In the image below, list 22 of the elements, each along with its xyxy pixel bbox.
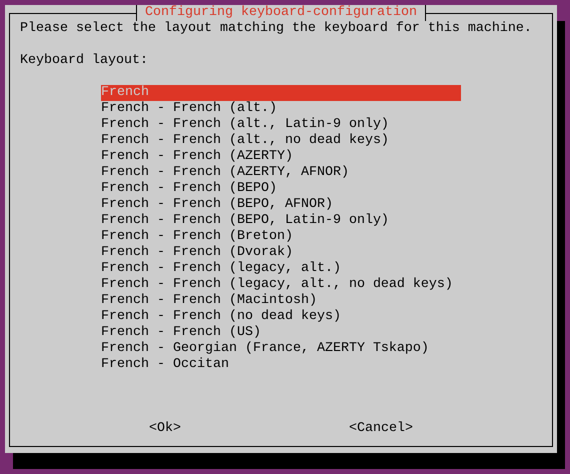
layout-option[interactable]: French - French (legacy, alt., no dead keys) <box>101 277 461 293</box>
layout-option[interactable]: French - French (AZERTY) <box>101 149 461 165</box>
ok-button[interactable]: <Ok> <box>149 421 181 437</box>
layout-option[interactable]: French - French (Breton) <box>101 229 461 245</box>
layout-option[interactable]: French - Occitan <box>101 357 461 373</box>
layout-option[interactable]: French - French (BEPO, Latin-9 only) <box>101 213 461 229</box>
cancel-button[interactable]: <Cancel> <box>349 421 413 437</box>
layout-option[interactable]: French - French (BEPO) <box>101 181 461 197</box>
layout-option[interactable]: French - Georgian (France, AZERTY Tskapo) <box>101 341 461 357</box>
layout-option[interactable]: French - French (alt., Latin-9 only) <box>101 117 461 133</box>
dialog-title: Configuring keyboard-configuration <box>136 5 426 21</box>
layout-option[interactable]: French - French (US) <box>101 325 461 341</box>
layout-option[interactable]: French - French (alt.) <box>101 101 461 117</box>
layout-option[interactable]: French - French (legacy, alt.) <box>101 261 461 277</box>
prompt-text: Please select the layout matching the keyboard for this machine. <box>20 21 533 37</box>
layout-option[interactable]: French - French (no dead keys) <box>101 309 461 325</box>
list-label: Keyboard layout: <box>20 53 149 69</box>
layout-option[interactable]: French - French (alt., no dead keys) <box>101 133 461 149</box>
layout-option[interactable]: French - French (BEPO, AFNOR) <box>101 197 461 213</box>
layout-option[interactable]: French - French (Macintosh) <box>101 293 461 309</box>
layout-option[interactable]: French - French (AZERTY, AFNOR) <box>101 165 461 181</box>
layout-option[interactable]: French - French (Dvorak) <box>101 245 461 261</box>
